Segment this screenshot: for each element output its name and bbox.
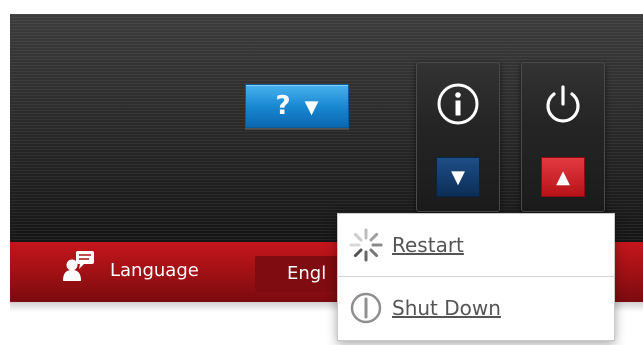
info-tile[interactable]: ▼ bbox=[416, 62, 500, 212]
menu-item-shutdown[interactable]: Shut Down bbox=[338, 277, 614, 339]
chevron-down-icon: ▼ bbox=[451, 166, 465, 188]
chevron-down-icon: ▼ bbox=[304, 97, 319, 118]
power-tile[interactable]: ▲ bbox=[521, 62, 605, 212]
help-question-mark: ? bbox=[275, 91, 291, 121]
chevron-up-icon: ▲ bbox=[556, 166, 570, 188]
restart-label: Restart bbox=[392, 233, 464, 257]
language-label: Language bbox=[110, 260, 199, 281]
power-dropdown-menu: Restart Shut Down bbox=[337, 213, 615, 341]
help-menu-button[interactable]: ? ▼ bbox=[245, 84, 349, 128]
power-icon bbox=[546, 85, 580, 123]
info-toggle-button[interactable]: ▼ bbox=[436, 157, 480, 197]
menu-item-restart[interactable]: Restart bbox=[338, 214, 614, 276]
restart-spinner-icon bbox=[349, 228, 383, 262]
shutdown-icon bbox=[350, 292, 382, 324]
language-chat-icon bbox=[63, 251, 94, 281]
power-toggle-button[interactable]: ▲ bbox=[541, 157, 585, 197]
info-icon bbox=[437, 83, 479, 125]
shutdown-label: Shut Down bbox=[392, 296, 501, 320]
language-select[interactable]: Engl bbox=[255, 256, 350, 292]
